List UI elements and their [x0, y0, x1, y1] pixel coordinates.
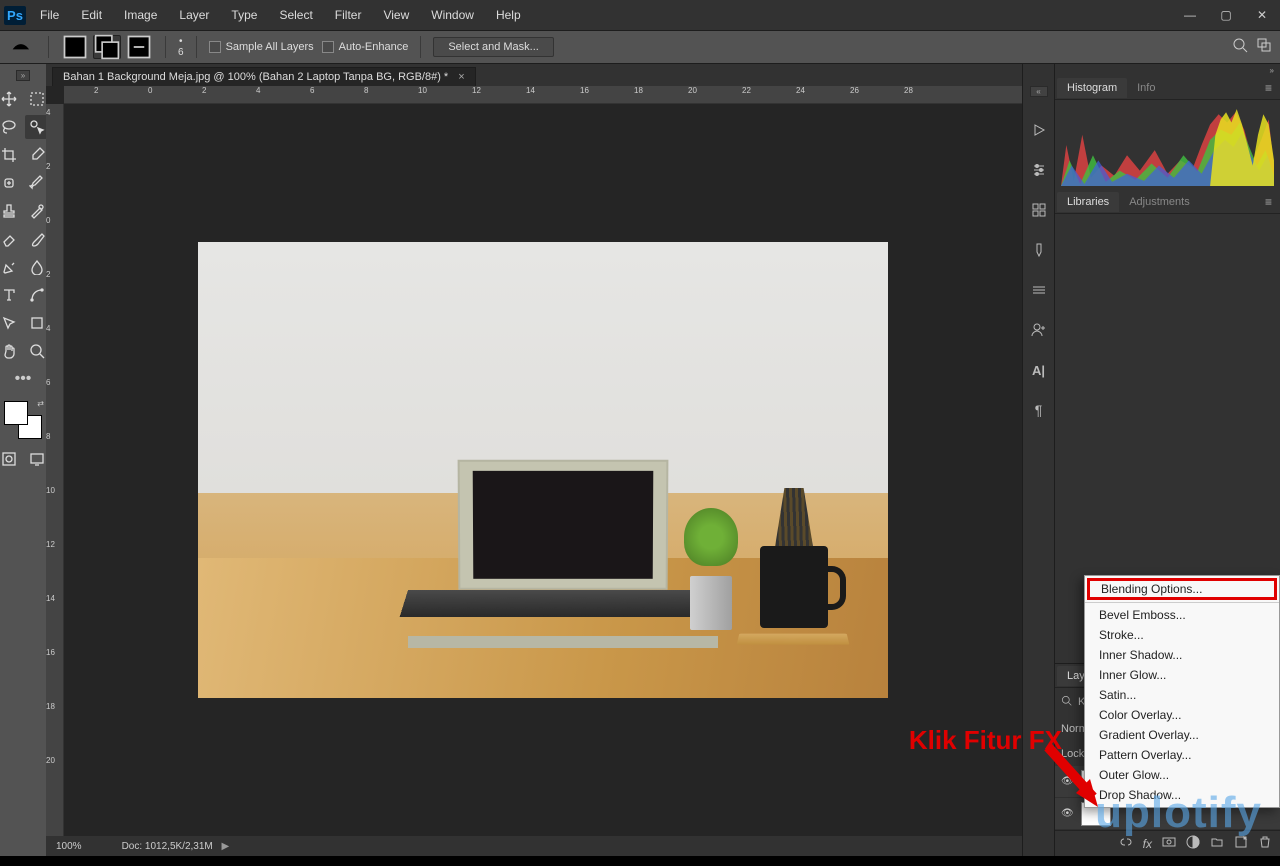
quickmask-icon[interactable] [0, 447, 21, 471]
window-minimize[interactable]: — [1172, 0, 1208, 30]
canvas[interactable] [64, 104, 1022, 836]
eraser-tool-icon[interactable] [0, 227, 21, 251]
menu-edit[interactable]: Edit [71, 4, 112, 26]
menu-window[interactable]: Window [421, 4, 484, 26]
move-tool-icon[interactable] [0, 87, 21, 111]
layer-style-menu: Blending Options... Bevel Emboss... Stro… [1084, 575, 1280, 808]
add-people-icon[interactable] [1028, 319, 1050, 341]
link-layers-icon[interactable] [1119, 835, 1133, 852]
auto-enhance-checkbox[interactable]: Auto-Enhance [322, 41, 409, 53]
menu-stroke[interactable]: Stroke... [1085, 625, 1279, 645]
menu-bevel-emboss[interactable]: Bevel Emboss... [1085, 605, 1279, 625]
layer-fx-icon[interactable]: fx [1143, 837, 1152, 851]
menu-layer[interactable]: Layer [169, 4, 219, 26]
paragraph-panel-icon[interactable]: ¶ [1028, 399, 1050, 421]
properties-panel-icon[interactable] [1028, 159, 1050, 181]
layer-mask-icon[interactable] [1162, 835, 1176, 852]
status-bar: 100% Doc: 1012,5K/2,31M ▶ [46, 836, 1022, 856]
menubar: File Edit Image Layer Type Select Filter… [30, 4, 531, 26]
menu-inner-shadow[interactable]: Inner Shadow... [1085, 645, 1279, 665]
zoom-level[interactable]: 100% [56, 841, 82, 852]
menu-outer-glow[interactable]: Outer Glow... [1085, 765, 1279, 785]
ruler-vertical: 4 2 0 2 4 6 8 10 12 14 16 18 20 [46, 104, 64, 836]
tab-histogram[interactable]: Histogram [1057, 78, 1127, 98]
group-layers-icon[interactable] [1210, 835, 1224, 852]
menu-filter[interactable]: Filter [325, 4, 372, 26]
brush-size-value[interactable]: 6 [178, 47, 184, 58]
brush-panel-icon[interactable] [1028, 239, 1050, 261]
sample-all-layers-checkbox[interactable]: Sample All Layers [209, 41, 314, 53]
crop-tool-icon[interactable] [0, 143, 21, 167]
more-tools-icon[interactable]: ••• [11, 367, 35, 391]
foreground-color-swatch[interactable] [4, 401, 28, 425]
stamp-tool-icon[interactable] [0, 199, 21, 223]
window-maximize[interactable]: ▢ [1208, 0, 1244, 30]
pen-tool-icon[interactable] [0, 255, 21, 279]
new-layer-icon[interactable] [1234, 835, 1248, 852]
layers-options-icon[interactable] [1028, 279, 1050, 301]
window-close[interactable]: ✕ [1244, 0, 1280, 30]
document-tab[interactable]: Bahan 1 Background Meja.jpg @ 100% (Baha… [52, 67, 476, 86]
tab-info[interactable]: Info [1127, 78, 1165, 98]
annotation-arrow-icon [1038, 737, 1108, 822]
titlebar: Ps File Edit Image Layer Type Select Fil… [0, 0, 1280, 30]
menu-gradient-overlay[interactable]: Gradient Overlay... [1085, 725, 1279, 745]
tab-libraries[interactable]: Libraries [1057, 192, 1119, 212]
lasso-tool-icon[interactable] [0, 115, 21, 139]
healing-tool-icon[interactable] [0, 171, 21, 195]
options-bar: • 6 Sample All Layers Auto-Enhance Selec… [0, 30, 1280, 64]
type-tool-icon[interactable] [0, 283, 21, 307]
actions-panel-icon[interactable] [1028, 119, 1050, 141]
share-icon[interactable] [1256, 37, 1272, 58]
swatches-panel-icon[interactable] [1028, 199, 1050, 221]
menu-image[interactable]: Image [114, 4, 167, 26]
menu-blending-options[interactable]: Blending Options... [1087, 578, 1277, 600]
filter-search-icon[interactable] [1061, 695, 1072, 709]
histogram-chart [1055, 100, 1280, 190]
menu-drop-shadow[interactable]: Drop Shadow... [1085, 785, 1279, 805]
current-tool-icon[interactable] [8, 35, 36, 59]
menu-select[interactable]: Select [269, 4, 322, 26]
menu-color-overlay[interactable]: Color Overlay... [1085, 705, 1279, 725]
search-icon[interactable] [1232, 37, 1248, 58]
selection-subtract-icon[interactable] [125, 35, 153, 59]
document-image [198, 242, 888, 698]
menu-satin[interactable]: Satin... [1085, 685, 1279, 705]
selection-new-icon[interactable] [61, 35, 89, 59]
hand-tool-icon[interactable] [0, 339, 21, 363]
panels-collapse-icon[interactable]: » [1055, 64, 1280, 76]
close-tab-icon[interactable]: × [458, 71, 464, 83]
menu-type[interactable]: Type [221, 4, 267, 26]
ruler-horizontal: 2 0 2 4 6 8 10 12 14 16 18 20 22 24 26 2… [64, 86, 1022, 104]
histogram-menu-icon[interactable]: ≡ [1265, 81, 1272, 95]
select-and-mask-button[interactable]: Select and Mask... [433, 37, 554, 57]
selection-add-icon[interactable] [93, 35, 121, 59]
color-swatches[interactable]: ⇄ [4, 401, 42, 439]
libraries-menu-icon[interactable]: ≡ [1265, 195, 1272, 209]
delete-layer-icon[interactable] [1258, 835, 1272, 852]
tab-adjustments[interactable]: Adjustments [1119, 192, 1200, 212]
tools-expand-icon[interactable]: » [16, 70, 30, 81]
direct-select-tool-icon[interactable] [0, 311, 21, 335]
menu-help[interactable]: Help [486, 4, 531, 26]
menu-pattern-overlay[interactable]: Pattern Overlay... [1085, 745, 1279, 765]
status-arrow-icon[interactable]: ▶ [219, 841, 229, 852]
adjustment-layer-icon[interactable] [1186, 835, 1200, 852]
doc-size-label: Doc: 1012,5K/2,31M [122, 841, 213, 852]
tools-panel: » [0, 64, 46, 856]
character-panel-icon[interactable]: A| [1028, 359, 1050, 381]
strip-expand-icon[interactable]: « [1030, 86, 1048, 97]
menu-file[interactable]: File [30, 4, 69, 26]
menu-inner-glow[interactable]: Inner Glow... [1085, 665, 1279, 685]
swap-colors-icon[interactable]: ⇄ [37, 399, 44, 408]
app-logo: Ps [0, 0, 30, 30]
menu-view[interactable]: View [373, 4, 419, 26]
